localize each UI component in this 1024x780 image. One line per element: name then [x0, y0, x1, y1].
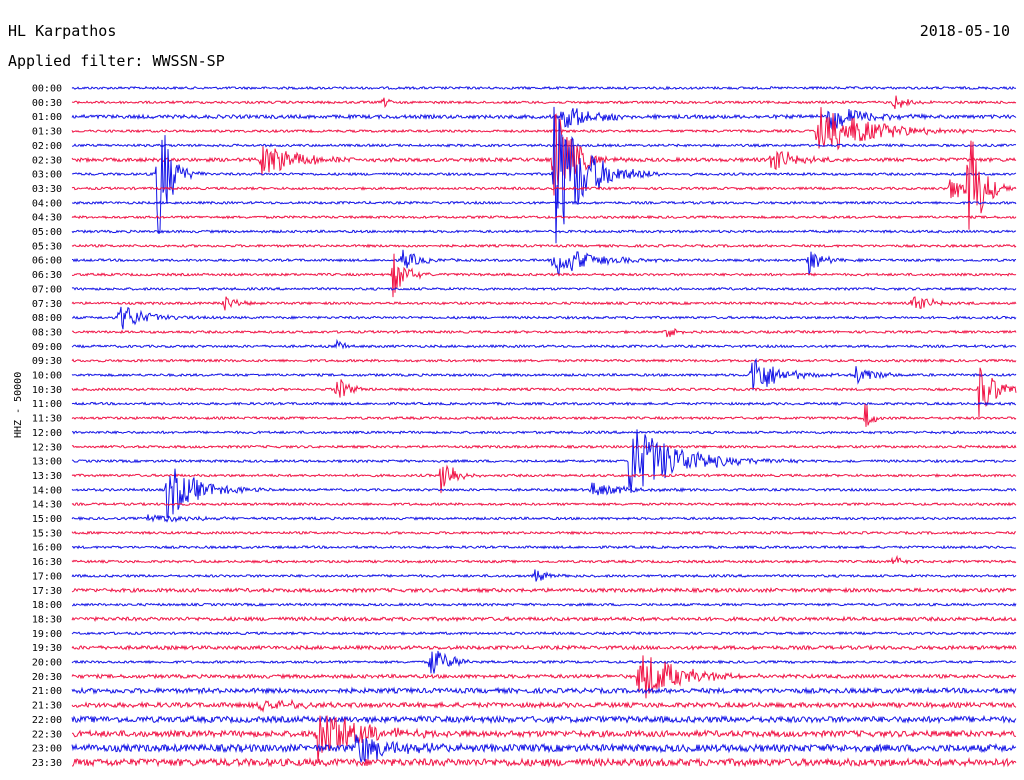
- row-label: 19:00: [32, 629, 62, 640]
- trace-1900: [71, 630, 1017, 636]
- trace-0700: [71, 286, 1017, 292]
- row-label: 09:30: [32, 356, 62, 367]
- row-label: 03:30: [32, 184, 62, 195]
- row-label: 18:30: [32, 614, 62, 625]
- row-label: 08:30: [32, 327, 62, 338]
- row-label: 20:30: [32, 672, 62, 683]
- row-label: 06:00: [32, 256, 62, 267]
- seismogram-plot: 00:00 00:30 01:00 01:30 02:00 02:30 03:00 03:30…: [32, 84, 1017, 769]
- row-label: 22:00: [32, 715, 62, 726]
- row-label: 07:30: [32, 299, 62, 310]
- row-label: 20:00: [32, 658, 62, 669]
- row-label: 11:00: [32, 399, 62, 410]
- trace-2330: [71, 757, 1017, 768]
- trace-0200: [71, 142, 1017, 148]
- trace-0000: [71, 85, 1017, 91]
- row-label: 15:00: [32, 514, 62, 525]
- trace-0530: [71, 243, 1017, 249]
- trace-0830: [71, 328, 1017, 338]
- row-label: 03:00: [32, 170, 62, 181]
- trace-0130: [71, 107, 1016, 151]
- row-label: 02:00: [32, 141, 62, 152]
- trace-1100: [71, 401, 1017, 407]
- trace-0800: [71, 306, 1017, 330]
- row-label: 04:30: [32, 213, 62, 224]
- trace-0030: [71, 95, 1017, 110]
- row-label: 12:00: [32, 428, 62, 439]
- trace-1630: [71, 554, 1017, 565]
- trace-1230: [71, 444, 1017, 450]
- row-label: 23:00: [32, 744, 62, 755]
- trace-1200: [71, 430, 1017, 435]
- row-label: 04:00: [32, 198, 62, 209]
- trace-1530: [71, 530, 1017, 536]
- trace-1930: [71, 644, 1017, 651]
- trace-0600: [72, 249, 1017, 275]
- row-label: 22:30: [32, 729, 62, 740]
- row-label: 16:00: [32, 543, 62, 554]
- trace-1830: [71, 615, 1017, 623]
- row-label: 11:30: [32, 414, 62, 425]
- trace-2130: [71, 698, 1017, 713]
- row-label: 10:00: [32, 371, 62, 382]
- trace-1730: [71, 586, 1017, 594]
- trace-0400: [72, 200, 1017, 206]
- row-label: 00:00: [32, 84, 62, 95]
- trace-2100: [71, 686, 1017, 695]
- trace-1700: [71, 569, 1017, 582]
- trace-1800: [71, 602, 1017, 607]
- row-label: 06:30: [32, 270, 62, 281]
- row-label: 21:30: [32, 701, 62, 712]
- row-label: 01:30: [32, 127, 62, 138]
- trace-1000: [71, 357, 1017, 391]
- row-label: 14:00: [32, 485, 62, 496]
- row-label: 15:30: [32, 528, 62, 539]
- row-label: 19:30: [32, 643, 62, 654]
- row-label: 17:30: [32, 586, 62, 597]
- trace-0900: [71, 338, 1017, 350]
- row-label: 13:00: [32, 457, 62, 468]
- trace-1500: [71, 514, 1017, 523]
- row-label: 02:30: [32, 155, 62, 166]
- trace-1330: [71, 464, 1017, 494]
- row-label: 16:30: [32, 557, 62, 568]
- row-label: 05:00: [32, 227, 62, 238]
- trace-1600: [71, 544, 1017, 550]
- trace-2230: [72, 715, 1017, 764]
- row-label: 10:30: [32, 385, 62, 396]
- trace-1430: [71, 501, 1017, 507]
- trace-0930: [71, 358, 1017, 364]
- trace-1300: [71, 429, 1017, 493]
- row-label: 17:00: [32, 571, 62, 582]
- row-label: 09:00: [32, 342, 62, 353]
- trace-0430: [71, 214, 1017, 220]
- row-label: 07:00: [32, 284, 62, 295]
- trace-1130: [71, 403, 1017, 427]
- row-label: 14:30: [32, 500, 62, 511]
- row-label: 23:30: [32, 758, 62, 769]
- trace-0730: [71, 296, 1017, 311]
- row-label: 00:30: [32, 98, 62, 109]
- row-label: 08:00: [32, 313, 62, 324]
- row-label: 05:30: [32, 241, 62, 252]
- trace-2000: [71, 650, 1017, 674]
- trace-2300: [71, 734, 1017, 764]
- trace-2200: [71, 714, 1017, 725]
- trace-0500: [71, 229, 1017, 234]
- row-label: 21:00: [32, 686, 62, 697]
- row-label: 12:30: [32, 442, 62, 453]
- row-label: 01:00: [32, 112, 62, 123]
- row-label: 13:30: [32, 471, 62, 482]
- row-label: 18:00: [32, 600, 62, 611]
